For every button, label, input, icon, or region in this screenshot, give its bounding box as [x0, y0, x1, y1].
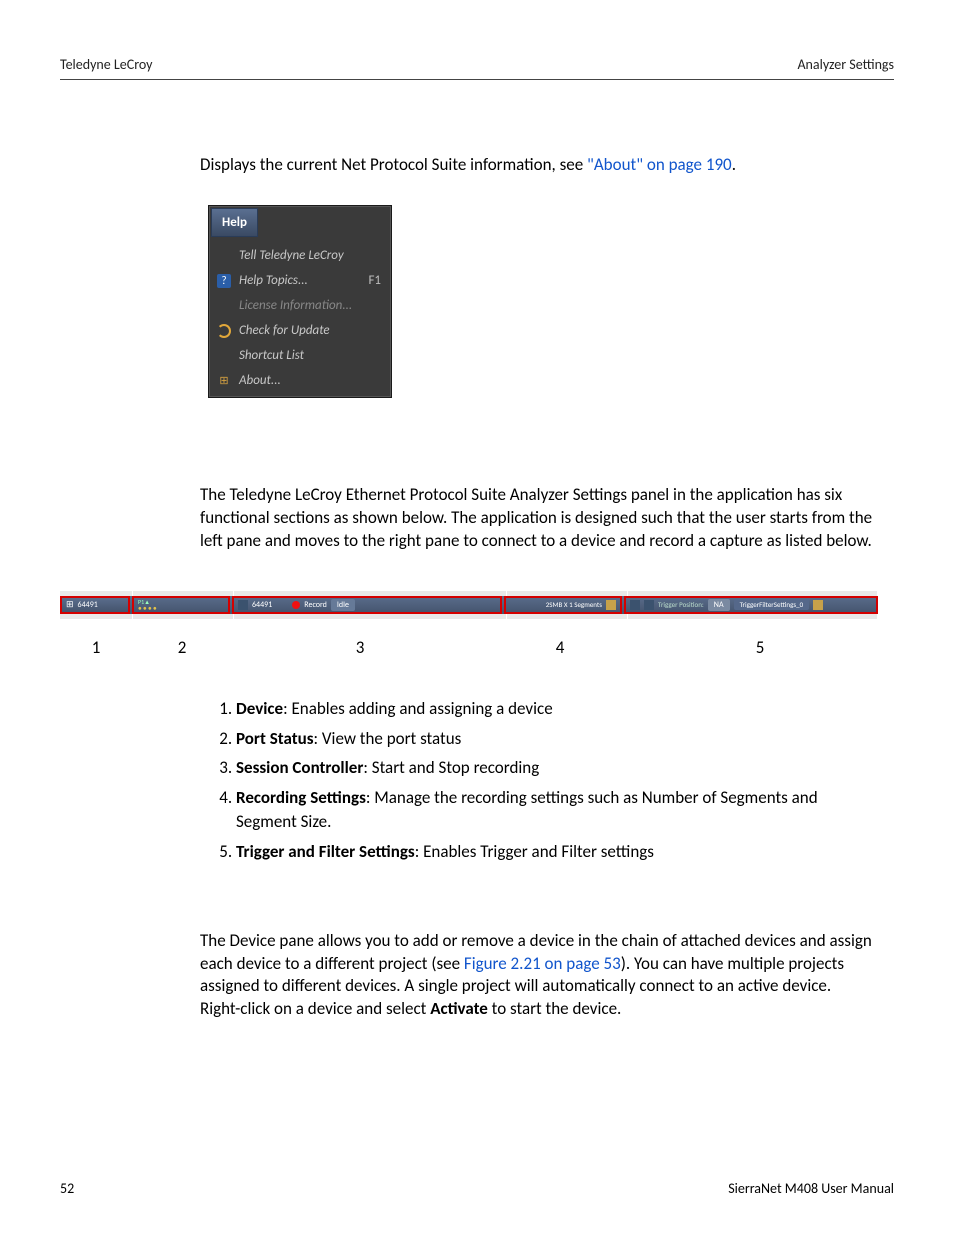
settings-paragraph: The Teledyne LeCroy Ethernet Protocol Su…	[200, 484, 874, 553]
shortcut-key: F1	[368, 273, 381, 288]
blank-icon	[217, 349, 231, 363]
menu-item-license-info: License Information...	[209, 293, 391, 318]
page-number: 52	[60, 1180, 74, 1197]
help-menu-screenshot: Help Tell Teledyne LeCroy ? Help Topics.…	[208, 205, 392, 398]
toolbar-device-pane[interactable]: ⊞ 64491	[60, 596, 130, 614]
manual-title: SierraNet M408 User Manual	[728, 1180, 894, 1197]
footer: 52 SierraNet M408 User Manual	[60, 1180, 894, 1197]
toolbar-trigger-filter-pane[interactable]: Trigger Position: NA TriggerFilterSettin…	[624, 596, 878, 614]
device-paragraph: The Device pane allows you to add or rem…	[200, 930, 874, 1022]
record-icon	[292, 601, 300, 609]
menu-item-help-topics[interactable]: ? Help Topics... F1	[209, 268, 391, 293]
list-item: Trigger and Filter Settings: Enables Tri…	[236, 840, 874, 864]
header-left: Teledyne LeCroy	[60, 56, 153, 73]
icon-a	[630, 600, 640, 610]
menu-item-shortcut-list[interactable]: Shortcut List	[209, 343, 391, 368]
list-item: Session Controller: Start and Stop recor…	[236, 756, 874, 780]
toolbar-recording-settings-pane[interactable]: 2SMB X 1 Segments	[504, 596, 622, 614]
list-item: Port Status: View the port status	[236, 727, 874, 751]
chip-icon	[238, 600, 248, 610]
blank-icon	[217, 299, 231, 313]
toolbar-port-status-pane[interactable]: P1▲ ● ● ● ●	[132, 596, 230, 614]
menu-item-about[interactable]: ⊞ About...	[209, 368, 391, 393]
help-menu-title[interactable]: Help	[211, 208, 258, 237]
toolbar-session-controller-pane[interactable]: 64491 Record Idle	[232, 596, 502, 614]
toolbar-figure: ⊞ 64491 P1▲ ● ● ● ● 64491 Record Idle 2S…	[60, 591, 878, 637]
refresh-icon	[217, 324, 231, 338]
figure-link[interactable]: Figure 2.21 on page 53	[464, 953, 621, 974]
section-list: Device: Enables adding and assigning a d…	[200, 697, 874, 864]
icon-b	[644, 600, 654, 610]
menu-item-check-update[interactable]: Check for Update	[209, 318, 391, 343]
list-item: Recording Settings: Manage the recording…	[236, 786, 874, 834]
about-icon: ⊞	[217, 374, 231, 388]
idle-status: Idle	[331, 599, 355, 611]
about-link[interactable]: "About" on page 190	[587, 154, 732, 175]
y-icon	[606, 600, 616, 610]
blank-icon	[217, 249, 231, 263]
menu-item-tell-teledyne[interactable]: Tell Teledyne LeCroy	[209, 243, 391, 268]
plus-icon: ⊞	[66, 599, 74, 610]
header-right: Analyzer Settings	[797, 56, 894, 73]
y-icon	[813, 600, 823, 610]
list-item: Device: Enables adding and assigning a d…	[236, 697, 874, 721]
question-icon: ?	[217, 274, 231, 288]
running-header: Teledyne LeCroy Analyzer Settings	[60, 56, 894, 80]
intro-paragraph: Displays the current Net Protocol Suite …	[200, 154, 874, 175]
